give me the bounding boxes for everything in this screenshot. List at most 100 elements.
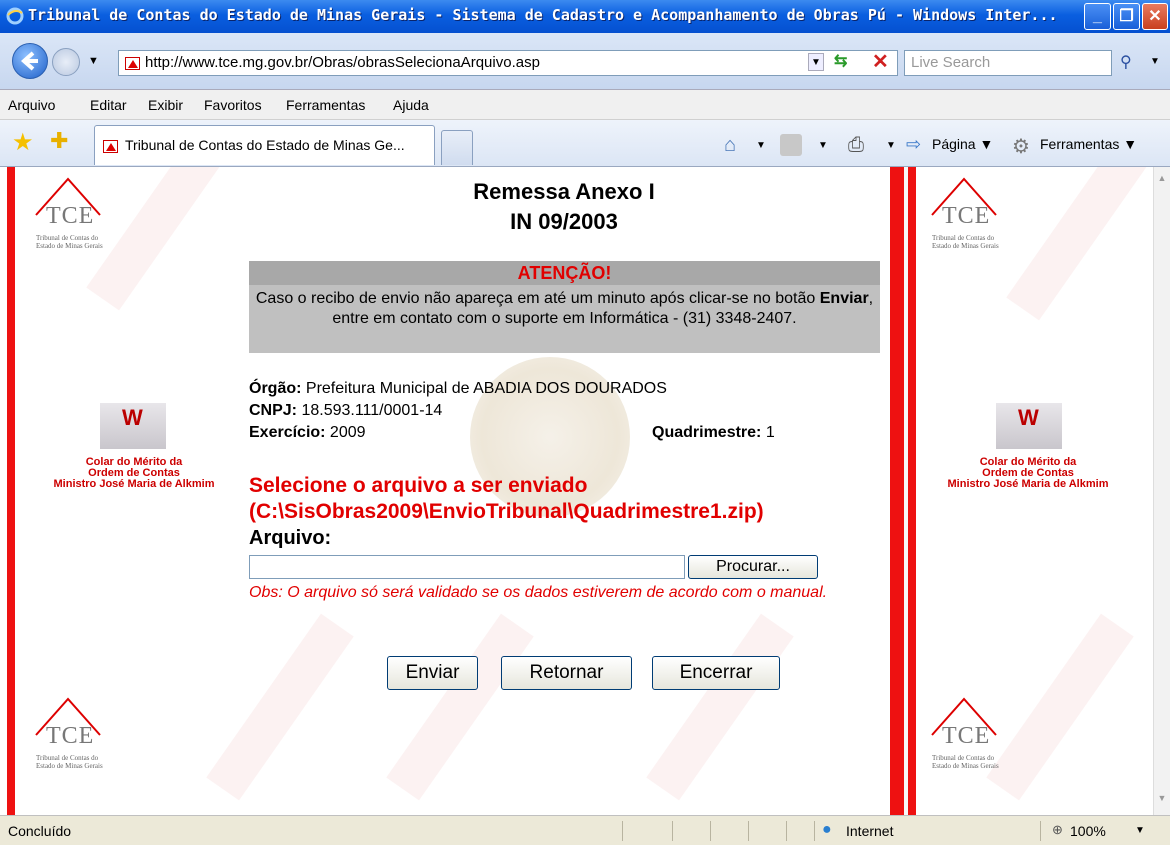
page-title: Remessa Anexo I [473, 179, 655, 204]
select-file-path: (C:\SisObras2009\EnvioTribunal\Quadrimes… [249, 500, 764, 523]
scroll-down-icon[interactable]: ▼ [1155, 793, 1169, 807]
tce-logo-text: TCE [46, 723, 95, 749]
select-file-instruction: Selecione o arquivo a ser enviado [249, 474, 588, 497]
page-icon: ⇨ [906, 134, 922, 154]
tools-menu-label: Ferramentas [1040, 136, 1120, 152]
tce-logo-sub1: Tribunal de Contas do [36, 234, 99, 242]
tce-logo-sub2: Estado de Minas Gerais [36, 762, 103, 770]
colar-line3: Ministro José Maria de Alkmim [947, 478, 1109, 490]
status-separator [1040, 821, 1041, 841]
enviar-button[interactable]: Enviar [387, 656, 478, 690]
feeds-icon[interactable] [780, 134, 802, 156]
minimize-button[interactable]: _ [1084, 3, 1111, 30]
history-dropdown-icon[interactable]: ▼ [88, 55, 99, 67]
file-path-input[interactable] [249, 555, 685, 579]
menu-editar[interactable]: Editar [90, 97, 127, 113]
vertical-scrollbar[interactable]: ▲ ▼ [1153, 167, 1170, 815]
cnpj-line: CNPJ: 18.593.111/0001-14 [249, 402, 442, 420]
address-url: http://www.tce.mg.gov.br/Obras/obrasSele… [145, 54, 540, 71]
page-content: TCE Tribunal de Contas do Estado de Mina… [0, 167, 1153, 815]
status-separator [710, 821, 711, 841]
page-favicon-icon [125, 57, 140, 70]
colar-medal-icon: W [122, 405, 143, 430]
menu-arquivo[interactable]: Arquivo [8, 97, 55, 113]
tce-logo-sub2: Estado de Minas Gerais [932, 242, 999, 250]
tce-logo-text: TCE [942, 203, 991, 229]
colar-caption-left: Colar do Mérito da Ordem de Contas Minis… [44, 457, 224, 490]
exercicio-value: 2009 [325, 424, 366, 441]
status-separator [672, 821, 673, 841]
back-button[interactable] [12, 43, 48, 79]
address-field[interactable]: http://www.tce.mg.gov.br/Obras/obrasSele… [118, 50, 898, 76]
background-watermark [386, 613, 534, 801]
window-title-bar[interactable]: Tribunal de Contas do Estado de Minas Ge… [0, 0, 1170, 33]
forward-button[interactable] [52, 48, 80, 76]
tce-logo-text: TCE [46, 203, 95, 229]
address-dropdown-icon[interactable]: ▼ [808, 53, 824, 71]
tab-favicon-icon [103, 140, 118, 153]
tce-logo-sub1: Tribunal de Contas do [932, 234, 995, 242]
search-placeholder: Live Search [911, 54, 991, 71]
tab-tce[interactable]: Tribunal de Contas do Estado de Minas Ge… [94, 125, 435, 165]
maximize-button[interactable]: ❐ [1113, 3, 1140, 30]
new-tab-button[interactable] [441, 130, 473, 165]
cnpj-value: 18.593.111/0001-14 [297, 402, 443, 419]
tce-logo-sub1: Tribunal de Contas do [36, 754, 99, 762]
tce-logo-text: TCE [942, 723, 991, 749]
tools-menu[interactable]: Ferramentas ▼ [1040, 136, 1137, 152]
arquivo-label: Arquivo: [249, 527, 332, 549]
scroll-up-icon[interactable]: ▲ [1155, 173, 1169, 187]
home-dropdown-icon[interactable]: ▼ [756, 140, 766, 151]
encerrar-button[interactable]: Encerrar [652, 656, 780, 690]
favorites-star-icon[interactable]: ★ [12, 128, 34, 157]
tools-gear-icon: ⚙ [1012, 136, 1030, 158]
tce-logo-left-bottom: TCE Tribunal de Contas do Estado de Mina… [34, 697, 134, 777]
refresh-icon[interactable]: ⇆ [834, 51, 847, 71]
orgao-value: Prefeitura Municipal de ABADIA DOS DOURA… [301, 380, 667, 397]
right-red-stripe [890, 167, 904, 815]
zoom-dropdown-icon[interactable]: ▼ [1135, 825, 1145, 836]
add-favorites-icon[interactable]: ✚ [50, 128, 68, 154]
status-separator [622, 821, 623, 841]
security-zone: Internet [846, 823, 894, 839]
menu-exibir[interactable]: Exibir [148, 97, 183, 113]
notice-title: ATENÇÃO! [249, 261, 880, 285]
search-input[interactable]: Live Search [904, 50, 1112, 76]
attention-notice: ATENÇÃO! Caso o recibo de envio não apar… [249, 261, 880, 353]
menu-ferramentas[interactable]: Ferramentas [286, 97, 365, 113]
menu-ajuda[interactable]: Ajuda [393, 97, 429, 113]
print-dropdown-icon[interactable]: ▼ [886, 140, 896, 151]
home-icon[interactable]: ⌂ [724, 134, 746, 156]
menu-favoritos[interactable]: Favoritos [204, 97, 262, 113]
tab-label: Tribunal de Contas do Estado de Minas Ge… [125, 137, 405, 153]
notice-text: Caso o recibo de envio não apareça em at… [249, 285, 880, 329]
left-red-stripe [7, 167, 15, 815]
zoom-level[interactable]: 100% [1070, 823, 1106, 839]
page-menu[interactable]: Página ▼ [932, 136, 993, 152]
search-icon[interactable]: ⚲ [1120, 52, 1132, 72]
status-separator [786, 821, 787, 841]
notice-text-bold: Enviar [819, 290, 869, 307]
colar-caption-right: Colar do Mérito da Ordem de Contas Minis… [938, 457, 1118, 490]
retornar-button[interactable]: Retornar [501, 656, 632, 690]
colar-medal-image: W [996, 403, 1062, 449]
print-icon[interactable]: ⎙ [848, 134, 870, 156]
search-options-icon[interactable]: ▼ [1150, 56, 1160, 67]
stop-icon[interactable]: ✕ [872, 49, 889, 74]
status-separator [814, 821, 815, 841]
internet-globe-icon: ● [822, 821, 832, 838]
status-text: Concluído [8, 823, 72, 839]
status-bar: Concluído ● Internet ⊕ 100% ▼ [0, 815, 1170, 845]
ie-logo-icon [6, 7, 24, 25]
close-window-button[interactable]: ✕ [1142, 3, 1168, 30]
quadrimestre-label: Quadrimestre: [652, 424, 762, 441]
orgao-line: Órgão: Prefeitura Municipal de ABADIA DO… [249, 380, 667, 398]
status-separator [748, 821, 749, 841]
exercicio-line: Exercício: 2009 [249, 424, 366, 442]
browse-button[interactable]: Procurar... [688, 555, 818, 579]
right-red-stripe-2 [908, 167, 916, 815]
page-menu-label: Página [932, 136, 976, 152]
tce-logo-left-top: TCE Tribunal de Contas do Estado de Mina… [34, 177, 134, 257]
feeds-dropdown-icon: ▼ [818, 140, 828, 151]
colar-line3: Ministro José Maria de Alkmim [53, 478, 215, 490]
